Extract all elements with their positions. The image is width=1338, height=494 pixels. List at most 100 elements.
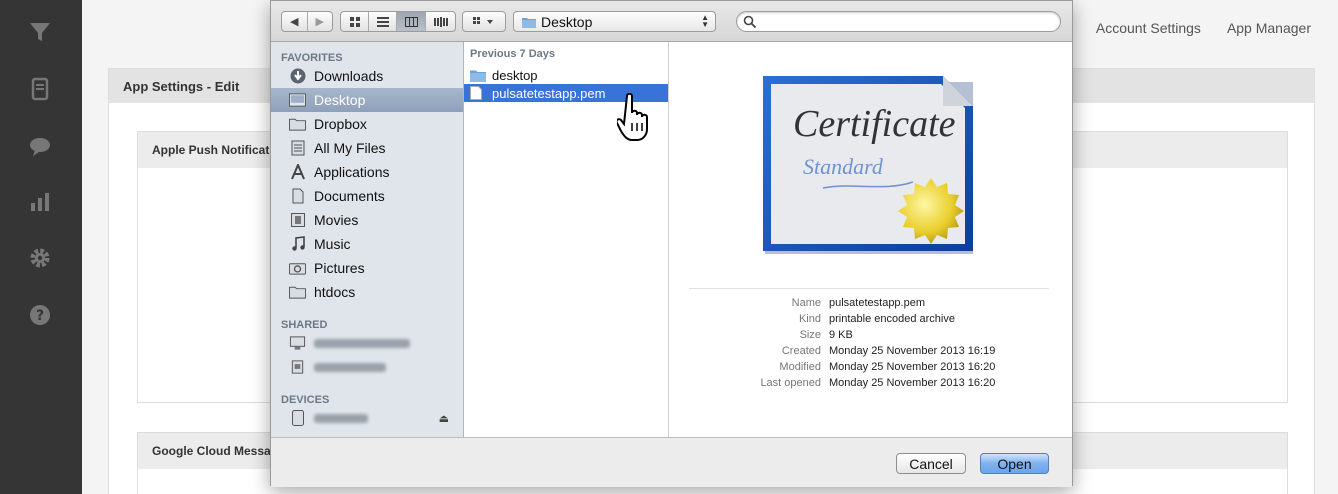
file-info: Name pulsatetestapp.pem Kind printable enc… [669, 295, 1072, 391]
sidebar-item-all-my-files[interactable]: All My Files [271, 136, 463, 160]
back-forward-buttons: ◀ ▶ [281, 11, 333, 32]
desktop-icon [289, 92, 306, 109]
dialog-sidebar: FAVORITES Downloads Desktop Dropbox All … [271, 42, 464, 437]
svg-text:Standard: Standard [803, 154, 884, 179]
sidebar-item-label: All My Files [314, 140, 386, 156]
file-row-desktop[interactable]: desktop [464, 66, 668, 84]
coverflow-view-icon[interactable] [426, 12, 455, 31]
popup-arrows-icon: ▲ ▼ [701, 13, 709, 29]
downloads-icon [289, 68, 306, 85]
redacted-name [314, 338, 410, 348]
sidebar-item-applications[interactable]: Applications [271, 160, 463, 184]
certificate-icon: Certificate Standard [763, 76, 973, 254]
svg-text:?: ? [36, 308, 44, 324]
column-view-icon[interactable] [397, 12, 426, 31]
device-icon[interactable] [27, 76, 53, 102]
redacted-name [314, 413, 368, 423]
location-label: Desktop [541, 13, 593, 30]
info-label: Kind [798, 313, 821, 325]
dialog-footer: Cancel Open [271, 437, 1072, 487]
movies-icon [289, 212, 306, 229]
sidebar-item-pictures[interactable]: Pictures [271, 256, 463, 280]
search-field[interactable] [736, 11, 1061, 32]
sidebar-item-label: Applications [314, 164, 390, 180]
drive-icon [289, 410, 306, 427]
info-created: Monday 25 November 2013 16:19 [829, 345, 996, 357]
devices-heading: DEVICES [281, 394, 330, 406]
top-nav: Account Settings App Manager [1096, 20, 1338, 36]
document-icon [470, 86, 486, 100]
sidebar-item-desktop[interactable]: Desktop [271, 88, 463, 112]
sidebar-item-dropbox[interactable]: Dropbox [271, 112, 463, 136]
info-kind: printable encoded archive [829, 313, 955, 325]
bar-chart-icon[interactable] [27, 189, 53, 215]
sidebar-item-label: Documents [314, 188, 385, 204]
open-file-dialog: ◀ ▶ Desktop ▲ ▼ FAVORITES Downloads Desk… [270, 0, 1073, 487]
preview-pane: Certificate Standard Name pulsatetestapp.… [669, 42, 1072, 437]
chat-icon[interactable] [27, 134, 53, 160]
left-nav: ? [0, 0, 82, 494]
info-label: Created [781, 345, 821, 357]
sidebar-item-downloads[interactable]: Downloads [271, 64, 463, 88]
info-modified: Monday 25 November 2013 16:20 [829, 361, 996, 373]
sidebar-item-label: htdocs [314, 284, 356, 300]
folder-icon [522, 17, 536, 28]
cancel-button[interactable]: Cancel [896, 453, 966, 474]
sidebar-item-label: Downloads [314, 68, 384, 84]
eject-icon[interactable]: ⏏ [439, 412, 449, 425]
shared-heading: SHARED [281, 319, 328, 331]
sidebar-item-label: Desktop [314, 92, 366, 108]
favorites-heading: FAVORITES [281, 52, 343, 64]
forward-button[interactable]: ▶ [308, 12, 333, 31]
sidebar-item-label: Music [314, 236, 351, 252]
list-view-icon[interactable] [369, 12, 397, 31]
help-icon[interactable]: ? [27, 302, 53, 328]
applications-icon [289, 164, 306, 181]
server-icon [289, 359, 306, 376]
sidebar-item-documents[interactable]: Documents [271, 184, 463, 208]
camera-icon [289, 260, 306, 277]
sidebar-item-label: Movies [314, 212, 359, 228]
sidebar-item-movies[interactable]: Movies [271, 208, 463, 232]
search-icon [743, 15, 757, 29]
folder-icon [289, 116, 306, 133]
file-name: desktop [492, 67, 538, 83]
redacted-name [314, 362, 386, 372]
app-manager-link[interactable]: App Manager [1227, 20, 1311, 36]
info-size: 9 KB [829, 329, 853, 341]
location-popup[interactable]: Desktop ▲ ▼ [513, 11, 716, 32]
folder-icon [289, 284, 306, 301]
music-icon [289, 236, 306, 253]
gear-icon[interactable] [27, 245, 53, 271]
svg-text:Certificate: Certificate [793, 103, 956, 145]
info-last-opened: Monday 25 November 2013 16:20 [829, 377, 996, 389]
folder-icon [470, 68, 486, 82]
open-button[interactable]: Open [980, 453, 1049, 474]
hand-cursor-icon [617, 93, 648, 141]
computer-icon [289, 335, 306, 352]
sidebar-item-htdocs[interactable]: htdocs [271, 280, 463, 304]
sidebar-item-label: Pictures [314, 260, 365, 276]
column-header: Previous 7 Days [470, 48, 555, 60]
back-button[interactable]: ◀ [282, 12, 308, 31]
sidebar-item-shared-2[interactable] [271, 355, 463, 379]
documents-icon [289, 188, 306, 205]
info-label: Modified [779, 361, 821, 373]
view-mode-buttons [340, 11, 456, 32]
grid-arrange-icon [463, 12, 505, 31]
sidebar-item-device[interactable]: ⏏ [271, 406, 463, 430]
all-files-icon [289, 140, 306, 157]
preview-divider [689, 288, 1049, 289]
info-label: Last opened [760, 377, 821, 389]
info-label: Name [791, 297, 821, 309]
sidebar-item-music[interactable]: Music [271, 232, 463, 256]
filter-icon[interactable] [27, 19, 53, 45]
icon-view-icon[interactable] [341, 12, 369, 31]
sidebar-item-shared-1[interactable] [271, 331, 463, 355]
sidebar-item-label: Dropbox [314, 116, 367, 132]
info-name: pulsatetestapp.pem [829, 297, 926, 309]
info-label: Size [799, 329, 821, 341]
dialog-toolbar: ◀ ▶ Desktop ▲ ▼ [271, 1, 1072, 42]
arrange-button[interactable] [462, 11, 506, 32]
account-settings-link[interactable]: Account Settings [1096, 20, 1201, 36]
